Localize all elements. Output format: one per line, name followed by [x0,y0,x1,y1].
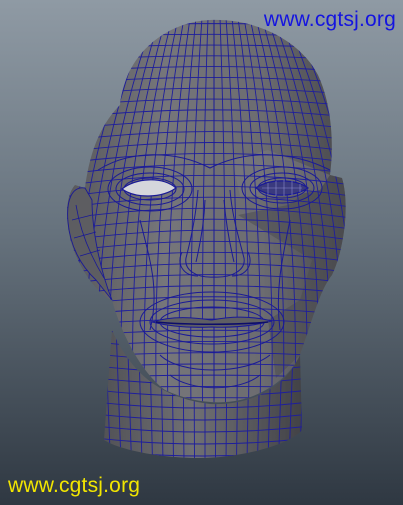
3d-viewport[interactable]: www.cgtsj.org www.cgtsj.org [0,0,403,505]
watermark-top: www.cgtsj.org [263,8,396,31]
head-mesh[interactable] [0,0,403,505]
watermark-bottom: www.cgtsj.org [8,474,141,497]
